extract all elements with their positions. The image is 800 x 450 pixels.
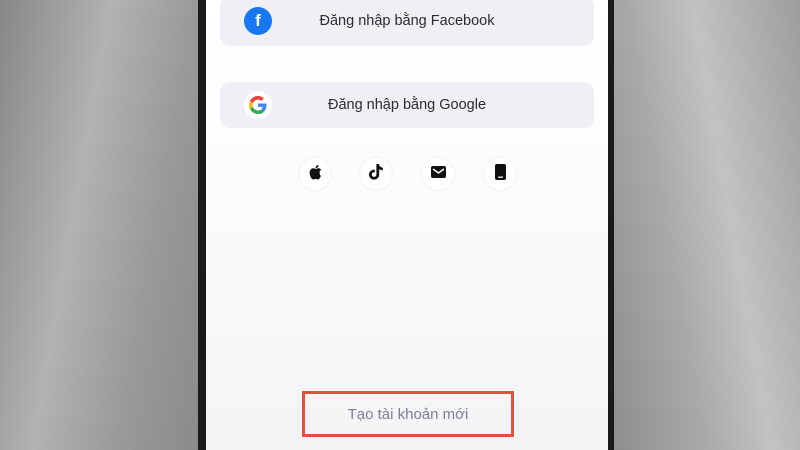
apple-login-button[interactable] [299,158,331,190]
login-google-label: Đăng nhập bằng Google [327,97,487,113]
create-account-button[interactable]: Tạo tài khoản mới [302,391,514,437]
phone-screen: f Đăng nhập bằng Facebook Đăng nhập bằng… [206,0,608,450]
phone-login-button[interactable] [484,158,516,190]
login-facebook-label: Đăng nhập bằng Facebook [319,13,495,29]
login-facebook-button[interactable]: f Đăng nhập bằng Facebook [220,0,594,46]
tiktok-icon [369,163,383,185]
phone-icon [494,163,506,185]
google-icon [244,91,272,119]
social-login-row [206,158,608,190]
login-google-button[interactable]: Đăng nhập bằng Google [220,82,594,128]
tiktok-login-button[interactable] [360,158,392,190]
email-icon [430,165,446,183]
email-login-button[interactable] [422,158,454,190]
background-right [612,0,800,450]
background-left [0,0,200,450]
create-account-label: Tạo tài khoản mới [347,405,469,423]
facebook-icon: f [244,7,272,35]
apple-icon [308,164,322,185]
